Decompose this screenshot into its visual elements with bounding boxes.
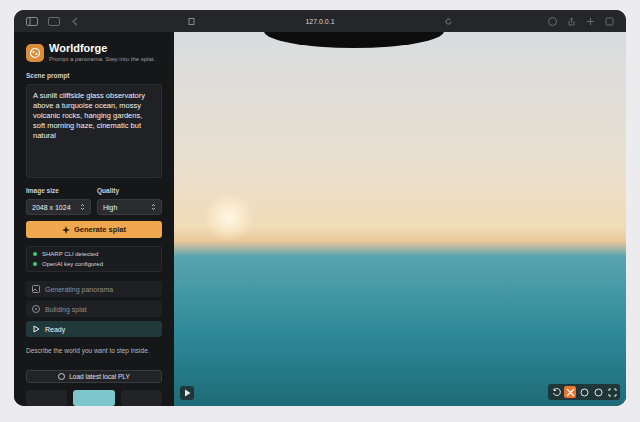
app-subtitle: Prompt a panorama. Step into the splat. <box>49 55 155 63</box>
sparkle-icon <box>62 226 70 234</box>
settings-icon <box>594 388 603 397</box>
browser-window: 127.0.0.1 WorldforgePrompt a panorama. St… <box>14 10 626 406</box>
url-text: 127.0.0.1 <box>305 18 334 25</box>
viewer-tool[interactable] <box>606 386 618 398</box>
select-box[interactable]: 2048 x 1024 <box>26 199 91 215</box>
select-field: Quality High <box>97 187 162 215</box>
info-icon <box>580 388 589 397</box>
status-row: OpenAI key configured <box>33 261 155 267</box>
chevron-icon <box>151 203 156 211</box>
view-mode-tab[interactable] <box>73 390 114 406</box>
splat-viewport[interactable] <box>174 32 626 406</box>
image-icon <box>32 285 40 293</box>
splat-gap <box>264 32 444 48</box>
hint-text: Describe the world you want to step insi… <box>26 347 162 354</box>
new-tab-icon[interactable] <box>586 17 595 26</box>
status-dot <box>33 262 37 266</box>
viewer-tool[interactable] <box>564 386 576 398</box>
page-icon <box>188 18 195 25</box>
load-ply-button[interactable]: Load latest local PLY <box>26 370 162 383</box>
generate-button[interactable]: Generate splat <box>26 221 162 238</box>
tab-overview-icon[interactable] <box>48 17 60 26</box>
download-icon[interactable] <box>548 17 557 26</box>
status-row: SHARP CLI detected <box>33 251 155 257</box>
status-dot <box>33 252 37 256</box>
view-mode-tabs <box>26 390 162 406</box>
step-item: Building splat <box>26 301 162 317</box>
app-header: WorldforgePrompt a panorama. Step into t… <box>26 42 162 63</box>
sun-glow <box>204 192 254 242</box>
viewer-toolbar <box>548 384 620 400</box>
viewer-tool[interactable] <box>550 386 562 398</box>
field-label: Quality <box>97 187 162 194</box>
prompt-label: Scene prompt <box>26 72 162 79</box>
view-mode-tab[interactable] <box>121 390 162 406</box>
step-item: Generating panorama <box>26 281 162 297</box>
globe-icon <box>29 47 41 59</box>
screen: 127.0.0.1 WorldforgePrompt a panorama. St… <box>0 0 640 422</box>
sidebar: WorldforgePrompt a panorama. Step into t… <box>14 32 174 406</box>
field-label: Image size <box>26 187 91 194</box>
move-icon <box>566 388 575 397</box>
select-box[interactable]: High <box>97 199 162 215</box>
back-icon[interactable] <box>70 17 82 26</box>
status-panel: SHARP CLI detected OpenAI key configured <box>26 246 162 272</box>
load-icon <box>58 373 65 380</box>
select-value: High <box>103 204 117 211</box>
view-mode-tab[interactable] <box>26 390 67 406</box>
logo <box>26 44 44 62</box>
chevron-icon <box>80 203 85 211</box>
reload-icon[interactable] <box>445 18 452 25</box>
play-button[interactable] <box>180 386 194 400</box>
sidebar-toggle-icon[interactable] <box>26 17 38 26</box>
reset-icon <box>552 388 561 397</box>
step-item: Ready <box>26 321 162 337</box>
address-bar[interactable]: 127.0.0.1 <box>188 18 451 25</box>
tabs-icon[interactable] <box>605 17 614 26</box>
browser-toolbar: 127.0.0.1 <box>14 10 626 32</box>
cube-icon <box>32 305 40 313</box>
app-title: Worldforge <box>49 42 155 55</box>
select-field: Image size 2048 x 1024 <box>26 187 91 215</box>
viewer-tool[interactable] <box>578 386 590 398</box>
play-icon <box>184 389 191 397</box>
fullscreen-icon <box>608 388 617 397</box>
prompt-input[interactable]: A sunlit cliffside glass observatory abo… <box>26 84 162 178</box>
play-icon <box>32 325 40 333</box>
share-icon[interactable] <box>567 17 576 26</box>
viewer-tool[interactable] <box>592 386 604 398</box>
select-value: 2048 x 1024 <box>32 204 71 211</box>
